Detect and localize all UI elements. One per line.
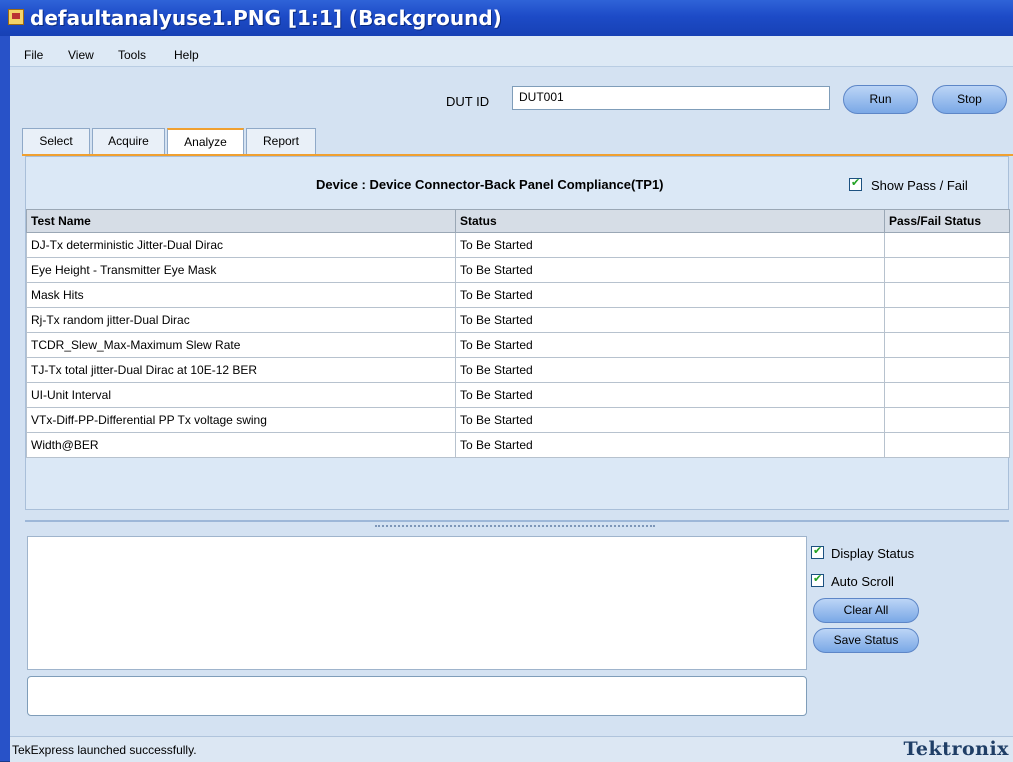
pass-fail-cell: [884, 257, 1010, 283]
display-status-label: Display Status: [831, 546, 915, 561]
status-cell: To Be Started: [455, 407, 885, 433]
test-name-cell: TJ-Tx total jitter-Dual Dirac at 10E-12 …: [26, 357, 456, 383]
stop-button[interactable]: Stop: [932, 85, 1007, 114]
table-row[interactable]: Width@BER To Be Started: [26, 432, 1010, 458]
status-cell: To Be Started: [455, 332, 885, 358]
table-row[interactable]: TJ-Tx total jitter-Dual Dirac at 10E-12 …: [26, 357, 1010, 383]
analyze-panel: Device : Device Connector-Back Panel Com…: [25, 156, 1010, 510]
test-name-cell: Eye Height - Transmitter Eye Mask: [26, 257, 456, 283]
show-pass-fail-checkbox[interactable]: ✔: [849, 176, 862, 191]
table-header-row: Test Name Status Pass/Fail Status: [26, 209, 1010, 233]
menu-bar: File View Tools Help: [10, 36, 1013, 67]
tab-select[interactable]: Select: [22, 128, 90, 154]
test-name-cell: DJ-Tx deterministic Jitter-Dual Dirac: [26, 232, 456, 258]
table-row[interactable]: UI-Unit Interval To Be Started: [26, 382, 1010, 408]
table-row[interactable]: Eye Height - Transmitter Eye Mask To Be S…: [26, 257, 1010, 283]
tab-report[interactable]: Report: [246, 128, 316, 154]
status-log[interactable]: [27, 536, 807, 670]
status-cell: To Be Started: [455, 232, 885, 258]
save-status-button[interactable]: Save Status: [813, 628, 919, 653]
auto-scroll-label: Auto Scroll: [831, 574, 894, 589]
device-title: Device : Device Connector-Back Panel Com…: [316, 177, 664, 192]
display-status-checkbox[interactable]: ✔: [811, 544, 824, 559]
table-row[interactable]: DJ-Tx deterministic Jitter-Dual Dirac To …: [26, 232, 1010, 258]
window-title: defaultanalyuse1.PNG [1:1] (Background): [30, 6, 502, 30]
pass-fail-cell: [884, 382, 1010, 408]
status-cell: To Be Started: [455, 307, 885, 333]
test-name-cell: VTx-Diff-PP-Differential PP Tx voltage s…: [26, 407, 456, 433]
image-file-icon: [8, 9, 24, 25]
dut-id-input[interactable]: DUT001: [512, 86, 830, 110]
auto-scroll-checkbox[interactable]: ✔: [811, 572, 824, 587]
status-panel: ✔ Display Status ✔ Auto Scroll Clear All…: [25, 520, 1009, 722]
status-input[interactable]: [27, 676, 807, 716]
menu-tools[interactable]: Tools: [118, 48, 146, 62]
checkmark-icon: ✔: [813, 544, 823, 557]
test-name-cell: TCDR_Slew_Max-Maximum Slew Rate: [26, 332, 456, 358]
test-name-cell: Mask Hits: [26, 282, 456, 308]
dut-id-label: DUT ID: [446, 94, 490, 109]
show-pass-fail-label: Show Pass / Fail: [871, 178, 968, 193]
pass-fail-cell: [884, 307, 1010, 333]
status-cell: To Be Started: [455, 382, 885, 408]
table-row[interactable]: VTx-Diff-PP-Differential PP Tx voltage s…: [26, 407, 1010, 433]
checkmark-icon: ✔: [813, 572, 823, 585]
status-cell: To Be Started: [455, 282, 885, 308]
table-row[interactable]: TCDR_Slew_Max-Maximum Slew Rate To Be Sta…: [26, 332, 1010, 358]
pass-fail-cell: [884, 407, 1010, 433]
window-titlebar[interactable]: defaultanalyuse1.PNG [1:1] (Background): [0, 0, 1013, 36]
pass-fail-cell: [884, 232, 1010, 258]
splitter-handle[interactable]: [375, 525, 655, 529]
status-message: TekExpress launched successfully.: [12, 743, 197, 757]
status-cell: To Be Started: [455, 257, 885, 283]
column-header-test-name[interactable]: Test Name: [26, 209, 456, 233]
clear-all-button[interactable]: Clear All: [813, 598, 919, 623]
pass-fail-cell: [884, 332, 1010, 358]
run-button[interactable]: Run: [843, 85, 918, 114]
table-row[interactable]: Mask Hits To Be Started: [26, 282, 1010, 308]
pass-fail-cell: [884, 282, 1010, 308]
menu-help[interactable]: Help: [174, 48, 199, 62]
status-cell: To Be Started: [455, 357, 885, 383]
test-name-cell: UI-Unit Interval: [26, 382, 456, 408]
menu-view[interactable]: View: [68, 48, 94, 62]
tektronix-logo: Tektronix: [903, 738, 1009, 760]
checkmark-icon: ✔: [851, 176, 861, 189]
test-name-cell: Rj-Tx random jitter-Dual Dirac: [26, 307, 456, 333]
menu-file[interactable]: File: [24, 48, 43, 62]
tab-acquire[interactable]: Acquire: [92, 128, 165, 154]
app-window: File View Tools Help DUT ID DUT001 Run S…: [10, 36, 1013, 762]
column-header-pass-fail[interactable]: Pass/Fail Status: [884, 209, 1010, 233]
window-left-border: [0, 36, 10, 761]
table-row[interactable]: Rj-Tx random jitter-Dual Dirac To Be Star…: [26, 307, 1010, 333]
status-bar: TekExpress launched successfully. Tektro…: [10, 736, 1013, 762]
pass-fail-cell: [884, 357, 1010, 383]
tab-analyze[interactable]: Analyze: [167, 128, 244, 154]
test-table: Test Name Status Pass/Fail Status DJ-Tx …: [26, 209, 1010, 458]
status-cell: To Be Started: [455, 432, 885, 458]
pass-fail-cell: [884, 432, 1010, 458]
column-header-status[interactable]: Status: [455, 209, 885, 233]
test-name-cell: Width@BER: [26, 432, 456, 458]
